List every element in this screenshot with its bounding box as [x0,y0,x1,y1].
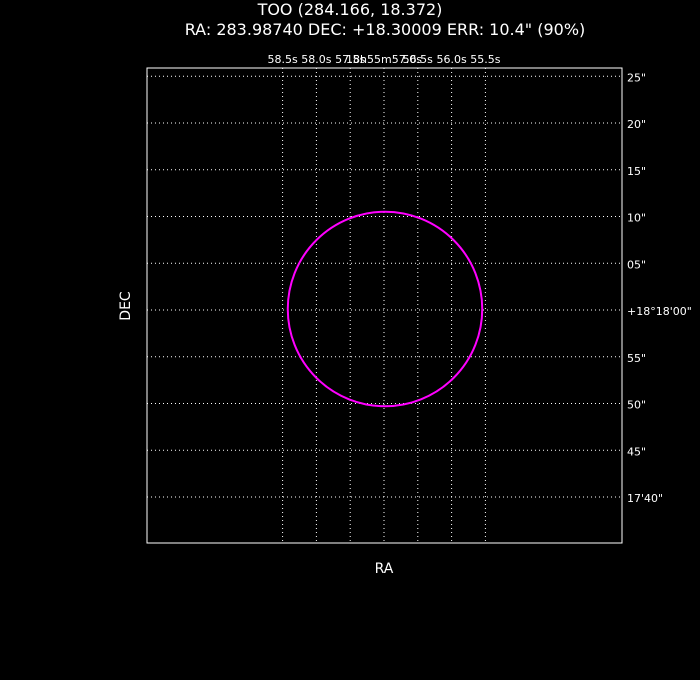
x-tick-label: 58.0s [301,53,331,66]
x-tick-label: 56.5s [403,53,433,66]
grid [147,68,622,543]
y-tick-label: 10" [627,212,646,225]
y-tick-label: 17'40" [627,492,663,505]
x-axis-label: RA [375,561,394,577]
y-tick-label: 45" [627,445,646,458]
error-circle [286,210,484,408]
y-axis-label: DEC [118,291,134,321]
y-tick-label: +18°18'00" [627,305,692,318]
x-tick-label: 58.5s [267,53,297,66]
y-tick-label: 05" [627,258,646,271]
y-tick-label: 50" [627,399,646,412]
x-tick-label: 55.5s [470,53,500,66]
y-tick-label: 20" [627,118,646,131]
y-tick-label: 25" [627,71,646,84]
plot-frame [146,67,623,544]
y-tick-labels: 25" 20" 15" 10" 05" +18°18'00" 55" 50" 45" 17'40" [627,71,692,505]
y-tick-label: 15" [627,165,646,178]
y-tick-label: 55" [627,352,646,365]
x-tick-label: 56.0s [436,53,466,66]
sky-chart: 58.5s 58.0s 57.5s18h55m57.0s56.5s 56.0s 55.5… [118,53,692,577]
x-tick-labels: 58.5s 58.0s 57.5s18h55m57.0s56.5s 56.0s 55.5… [267,53,500,66]
